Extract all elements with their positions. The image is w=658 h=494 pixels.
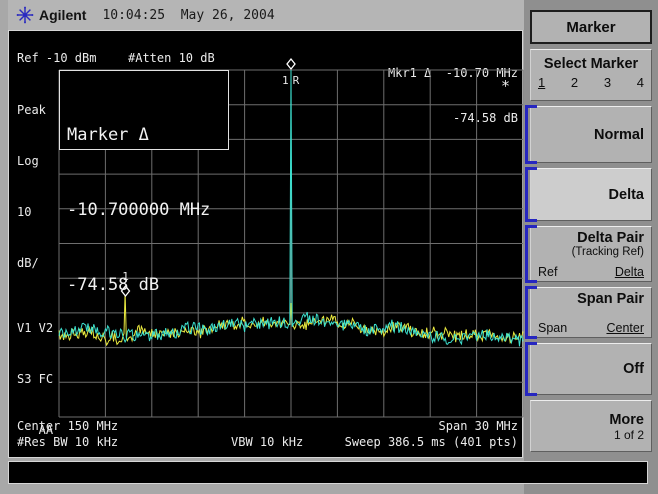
- status-line: V1 V2: [17, 320, 53, 337]
- scale-value-label: 10: [17, 204, 46, 221]
- vbw-label: VBW 10 kHz: [231, 435, 303, 449]
- softkey-bracket-icon: [525, 105, 537, 164]
- brand-label: Agilent: [39, 7, 86, 23]
- span-pair-center-option: Center: [606, 321, 644, 335]
- status-line: S3 FC: [17, 371, 53, 388]
- marker-box-title: Marker Δ: [67, 123, 228, 148]
- scale-type-label: Log: [17, 153, 46, 170]
- marker-option-2: 2: [571, 75, 578, 90]
- delta-pair-delta-option: Delta: [615, 265, 644, 279]
- softkey-bracket-icon: [525, 225, 537, 283]
- softkey-off[interactable]: Off: [530, 343, 652, 395]
- softkey-select-marker[interactable]: Select Marker 1 2 3 4: [530, 49, 652, 101]
- softkey-off-label: Off: [623, 361, 644, 377]
- scale-unit-label: dB/: [17, 255, 46, 272]
- span-label: Span 30 MHz: [439, 419, 518, 433]
- softkey-span-pair-label: Span Pair: [577, 291, 644, 307]
- instrument-front-panel: { "header": { "logo_icon": "starburst-ic…: [0, 0, 658, 494]
- marker-box-amplitude: -74.58 dB: [67, 273, 228, 298]
- span-pair-span-option: Span: [538, 321, 567, 335]
- select-marker-label: Select Marker: [531, 56, 651, 72]
- delta-pair-ref-option: Ref: [538, 265, 557, 279]
- uncal-indicator: *: [501, 77, 510, 95]
- softkey-bracket-icon: [525, 286, 537, 339]
- softkey-delta-pair-sublabel: (Tracking Ref): [572, 246, 644, 258]
- softkey-bracket-icon: [525, 167, 537, 222]
- softkey-delta-pair-label: Delta Pair: [577, 230, 644, 246]
- softkey-more-page: 1 of 2: [614, 428, 644, 442]
- message-bar: [8, 461, 648, 484]
- softkey-menu: Marker Select Marker 1 2 3 4 Normal Delt…: [524, 0, 658, 494]
- marker-info-box: Marker Δ -10.700000 MHz -74.58 dB: [59, 70, 229, 150]
- softkey-bracket-icon: [525, 342, 537, 396]
- softkey-delta-pair[interactable]: Delta Pair (Tracking Ref) Ref Delta: [530, 226, 652, 282]
- atten-label: #Atten 10 dB: [128, 51, 215, 65]
- span-pair-options: Span Center: [538, 321, 644, 335]
- sweep-label: Sweep 386.5 ms (401 pts): [345, 435, 518, 449]
- center-freq-label: Center 150 MHz: [17, 419, 118, 433]
- delta-pair-options: Ref Delta: [538, 265, 644, 279]
- header-bar: Agilent 10:04:25 May 26, 2004: [8, 0, 524, 30]
- svg-text:1R: 1R: [282, 74, 303, 87]
- marker-option-1: 1: [538, 75, 545, 90]
- softkey-more-label: More: [609, 412, 644, 428]
- marker-option-4: 4: [637, 75, 644, 90]
- select-marker-options: 1 2 3 4: [531, 72, 651, 90]
- menu-title-marker: Marker: [530, 10, 652, 44]
- spectrum-display: Ref -10 dBm #Atten 10 dB Mkr1 Δ -10.70 M…: [8, 30, 523, 458]
- softkey-more[interactable]: More 1 of 2: [530, 400, 652, 452]
- rbw-label: #Res BW 10 kHz: [17, 435, 118, 449]
- agilent-logo-icon: [16, 6, 34, 24]
- marker-option-3: 3: [604, 75, 611, 90]
- amplitude-scale-labels: Peak Log 10 dB/: [17, 68, 46, 306]
- detector-label: Peak: [17, 102, 46, 119]
- ref-level-label: Ref -10 dBm: [17, 51, 96, 65]
- softkey-span-pair[interactable]: Span Pair Span Center: [530, 287, 652, 338]
- datetime-label: 10:04:25 May 26, 2004: [102, 8, 274, 23]
- softkey-normal-label: Normal: [594, 127, 644, 143]
- softkey-normal[interactable]: Normal: [530, 106, 652, 163]
- menu-title-label: Marker: [566, 19, 615, 36]
- marker-box-frequency: -10.700000 MHz: [67, 198, 228, 223]
- softkey-delta-label: Delta: [609, 187, 644, 203]
- softkey-delta[interactable]: Delta: [530, 168, 652, 221]
